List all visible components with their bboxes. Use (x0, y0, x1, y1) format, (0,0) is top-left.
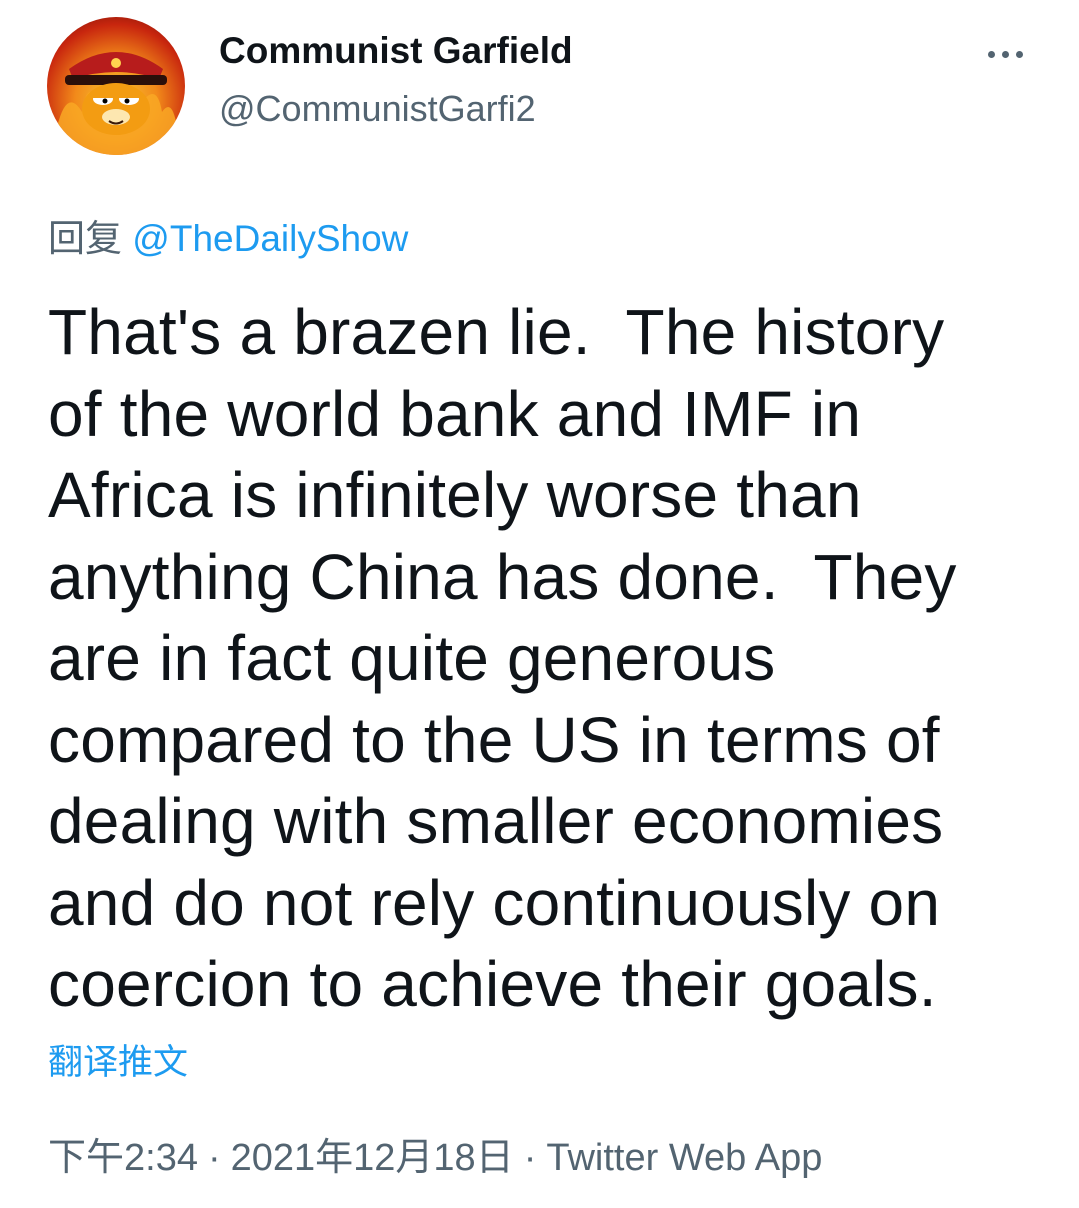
tweet-text-line: Africa is infinitely worse than (48, 459, 862, 531)
tweet-text-line: of the world bank and IMF in (48, 377, 862, 450)
ellipsis-icon (987, 50, 995, 58)
tweet-text-line: coercion to achieve their goals. (48, 948, 937, 1020)
tweet-text-line: and do not rely continuously on (48, 866, 941, 939)
tweet-text-line: anything China has done. They (48, 540, 957, 613)
reply-context: 回复 @TheDailyShow (48, 208, 408, 262)
tweet-text-line: are in fact quite generous (48, 622, 776, 694)
garfield-avatar-icon (57, 52, 177, 155)
ellipsis-icon (1015, 50, 1023, 58)
translate-tweet-link[interactable]: 翻译推文 (48, 1034, 188, 1085)
meta-separator: · (523, 1137, 537, 1179)
tweet-text: That's a brazen lie. The history of the … (48, 292, 1048, 1026)
tweet-date[interactable]: 2021年12月18日 (231, 1137, 514, 1179)
ellipsis-icon (1001, 50, 1009, 58)
tweet-time[interactable]: 下午2:34 (48, 1137, 198, 1179)
meta-separator: · (207, 1137, 221, 1179)
avatar[interactable] (47, 17, 185, 155)
reply-mention-link[interactable]: @TheDailyShow (132, 218, 408, 259)
tweet-metadata: 下午2:34 · 2021年12月18日 · Twitter Web App (48, 1126, 822, 1181)
reply-prefix: 回复 (48, 218, 122, 259)
user-handle[interactable]: @CommunistGarfi2 (219, 88, 536, 130)
tweet-text-line: compared to the US in terms of (48, 703, 940, 776)
display-name[interactable]: Communist Garfield (219, 30, 573, 72)
more-options-button[interactable] (980, 38, 1030, 70)
tweet-text-line: dealing with smaller economies (48, 785, 944, 857)
tweet-source[interactable]: Twitter Web App (546, 1137, 822, 1179)
tweet-text-line: That's a brazen lie. The history (48, 296, 945, 368)
